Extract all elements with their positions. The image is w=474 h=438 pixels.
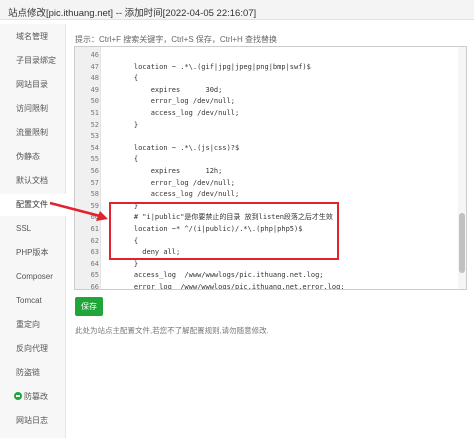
line-number: 51 <box>90 109 99 117</box>
sidebar-item-hotlink[interactable]: 防盗链 <box>0 362 66 384</box>
code-line: location ~ .*\.(js|css)?$ <box>117 143 240 152</box>
window-title: 站点修改[pic.ithuang.net] -- 添加时间[2022-04-05… <box>8 8 257 19</box>
sidebar-item-tamper-proof[interactable]: 防篡改 <box>0 386 66 408</box>
line-number: 46 <box>90 51 99 59</box>
editor-hint: 提示：Ctrl+F 搜索关键字，Ctrl+S 保存，Ctrl+H 查找替换 <box>75 35 278 44</box>
sidebar-item-label: 防篡改 <box>24 392 48 401</box>
sidebar-item-access-limit[interactable]: 访问限制 <box>0 98 66 120</box>
annotation-highlight-box <box>109 202 339 260</box>
line-number: 63 <box>90 248 99 257</box>
window-titlebar: 站点修改[pic.ithuang.net] -- 添加时间[2022-04-05… <box>0 0 474 20</box>
sidebar-item-redirect[interactable]: 重定向 <box>0 314 66 336</box>
code-line: } <box>117 259 139 268</box>
sidebar-item-rewrite[interactable]: 伪静态 <box>0 146 66 168</box>
line-number: 65 <box>90 271 99 280</box>
line-number: 50 <box>90 97 99 106</box>
sidebar-item-site-dir[interactable]: 网站目录 <box>0 74 66 96</box>
line-number: 55 <box>90 155 99 164</box>
line-number: 54 <box>90 143 99 152</box>
code-line: access_log /dev/null; <box>117 190 240 199</box>
sidebar-item-domain[interactable]: 域名管理 <box>0 26 66 48</box>
code-line: expires 12h; <box>117 167 223 175</box>
code-line: } <box>117 120 139 129</box>
code-line: expires 30d; <box>117 85 223 94</box>
sidebar-item-traffic-limit[interactable]: 流量限制 <box>0 122 66 144</box>
sidebar-item-reverse-proxy[interactable]: 反向代理 <box>0 338 66 360</box>
save-button[interactable]: 保存 <box>75 297 103 316</box>
sidebar-item-php-version[interactable]: PHP版本 <box>0 242 66 264</box>
line-number: 53 <box>90 132 99 141</box>
sidebar-item-default-doc[interactable]: 默认文档 <box>0 170 66 192</box>
line-number: 47 <box>90 62 99 71</box>
code-line: error_log /dev/null; <box>117 97 236 106</box>
code-line: access_log /dev/null; <box>117 109 240 117</box>
editor-scrollbar-thumb[interactable] <box>459 213 465 273</box>
code-line: error_log /www/wwwlogs/pic.ithuang.net.e… <box>117 283 345 290</box>
line-number: 57 <box>90 178 99 187</box>
config-warning-note: 此处为站点主配置文件,若您不了解配置规则,请勿随意修改. <box>75 326 269 335</box>
sidebar-item-composer[interactable]: Composer <box>0 266 66 288</box>
sidebar-item-tomcat[interactable]: Tomcat <box>0 290 66 312</box>
sidebar-item-site-log[interactable]: 网站日志 <box>0 410 66 432</box>
sidebar-item-subdir[interactable]: 子目录绑定 <box>0 50 66 72</box>
line-number: 66 <box>90 283 99 290</box>
line-number: 52 <box>90 120 99 129</box>
shield-icon <box>14 392 22 400</box>
line-number: 56 <box>90 167 99 175</box>
line-number: 62 <box>90 236 99 245</box>
code-line: access_log /www/wwwlogs/pic.ithuang.net.… <box>117 271 324 280</box>
line-number: 64 <box>90 259 99 268</box>
code-line: error_log /dev/null; <box>117 178 236 187</box>
annotation-arrow-icon <box>49 201 108 221</box>
line-number: 49 <box>90 85 99 94</box>
code-line: { <box>117 74 139 83</box>
code-line: { <box>117 155 139 164</box>
code-line: location ~ .*\.(gif|jpg|jpeg|png|bmp|swf… <box>117 62 311 71</box>
line-number: 48 <box>90 74 99 83</box>
sidebar: 域名管理 子目录绑定 网站目录 访问限制 流量限制 伪静态 默认文档 配置文件 … <box>0 24 67 438</box>
